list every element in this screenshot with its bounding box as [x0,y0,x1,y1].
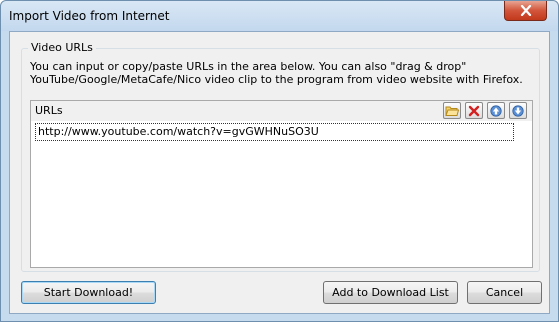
dialog-client-area: Video URLs You can input or copy/paste U… [9,31,550,314]
instructions-line-2: YouTube/Google/MetaCafe/Nico video clip … [30,73,523,86]
cancel-button[interactable]: Cancel [467,281,542,304]
move-up-button[interactable] [487,102,505,119]
url-entry[interactable]: http://www.youtube.com/watch?v=gvGWHNuSO… [35,123,514,141]
move-down-icon [512,104,524,117]
open-file-button[interactable] [443,102,461,119]
url-list-panel: URLs http://www.youtube.com/watch?v=gvGW… [30,100,533,268]
delete-url-button[interactable] [465,102,483,119]
close-button[interactable] [504,1,547,21]
close-icon [520,5,531,16]
move-down-button[interactable] [509,102,527,119]
instructions-line-1: You can input or copy/paste URLs in the … [30,60,467,73]
delete-icon [468,105,480,116]
folder-open-icon [445,106,459,116]
window-title: Import Video from Internet [9,9,170,23]
add-to-download-list-button[interactable]: Add to Download List [323,281,458,304]
title-bar[interactable]: Import Video from Internet [1,1,558,31]
video-urls-group: Video URLs You can input or copy/paste U… [21,41,540,272]
url-list-header: URLs [31,101,532,121]
move-up-icon [490,104,502,117]
import-video-dialog: Import Video from Internet Video URLs Yo… [0,0,559,322]
start-download-button[interactable]: Start Download! [21,281,156,304]
url-list-label: URLs [35,104,63,117]
url-input-area[interactable]: http://www.youtube.com/watch?v=gvGWHNuSO… [31,121,532,267]
group-legend: Video URLs [28,41,96,54]
instructions-text: You can input or copy/paste URLs in the … [30,60,535,86]
